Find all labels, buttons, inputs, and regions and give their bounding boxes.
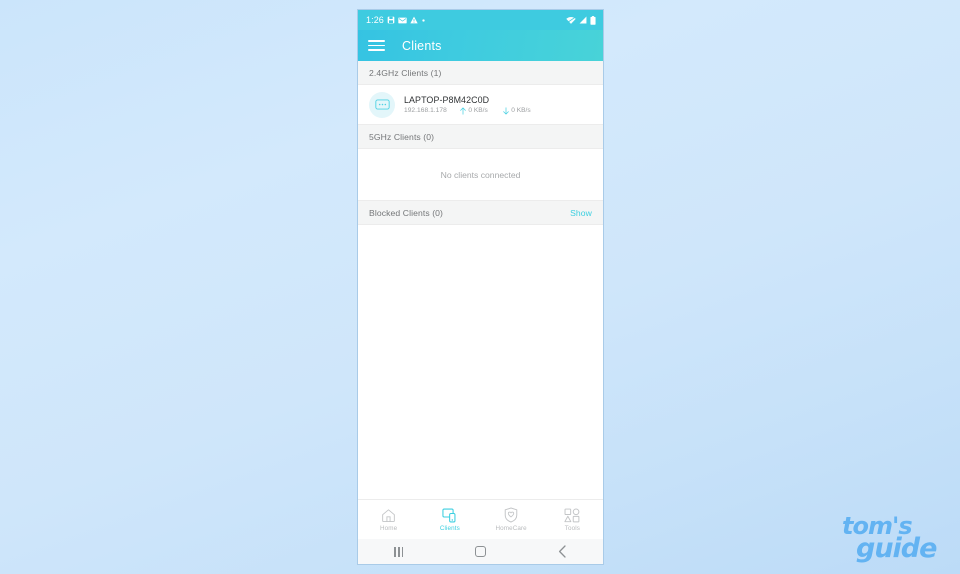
client-text-block: LAPTOP-P8M42C0D 192.168.1.178 0 KB/s 0 K… — [404, 95, 531, 115]
tab-label: Clients — [439, 524, 460, 532]
section-header-blocked: Blocked Clients (0) Show — [358, 201, 603, 225]
bottom-tab-bar: Home Clients HomeCare Tools — [358, 499, 603, 539]
tab-home[interactable]: Home — [358, 500, 419, 539]
status-bar-right-group — [566, 15, 596, 25]
tab-label: Tools — [564, 524, 580, 532]
tools-grid-icon — [564, 507, 580, 522]
android-home-icon — [475, 546, 486, 557]
toms-guide-watermark: tom's guide — [840, 514, 952, 565]
show-blocked-clients-link[interactable]: Show — [570, 208, 592, 218]
clients-list-container: 2.4GHz Clients (1) LAPTOP-P8M42C0D 192.1… — [358, 61, 603, 499]
devices-icon — [442, 508, 456, 522]
android-home-button[interactable] — [440, 546, 522, 557]
device-laptop-icon — [369, 91, 395, 118]
section-header-5ghz: 5GHz Clients (0) — [358, 125, 603, 149]
watermark-line-2: guide — [856, 533, 937, 565]
tab-clients[interactable]: Clients — [419, 500, 480, 539]
warning-icon — [410, 16, 418, 24]
download-speed: 0 KB/s — [502, 106, 531, 115]
empty-state-text: No clients connected — [440, 169, 521, 180]
hamburger-menu-icon[interactable] — [368, 39, 385, 52]
status-bar-clock: 1:26 — [366, 15, 384, 25]
save-icon — [387, 16, 395, 24]
android-status-bar: 1:26 — [358, 10, 603, 30]
table-row[interactable]: LAPTOP-P8M42C0D 192.168.1.178 0 KB/s 0 K… — [358, 85, 603, 125]
android-back-button[interactable] — [521, 545, 603, 558]
download-speed-value: 0 KB/s — [511, 107, 531, 114]
arrow-down-icon — [502, 106, 509, 115]
client-ip-address: 192.168.1.178 — [404, 107, 447, 114]
section-header-2-4ghz: 2.4GHz Clients (1) — [358, 61, 603, 85]
page-title: Clients — [402, 38, 442, 53]
empty-state-5ghz: No clients connected — [358, 149, 603, 201]
shield-heart-icon — [504, 507, 518, 523]
arrow-up-icon — [460, 106, 466, 115]
email-icon — [398, 17, 407, 23]
android-navigation-bar — [358, 539, 603, 564]
section-header-label: 2.4GHz Clients (1) — [369, 67, 442, 78]
client-name: LAPTOP-P8M42C0D — [404, 94, 490, 105]
section-header-label: 5GHz Clients (0) — [369, 131, 435, 142]
app-bar: Clients — [358, 30, 603, 61]
tab-label: HomeCare — [495, 525, 527, 532]
recent-apps-button[interactable] — [358, 546, 440, 557]
wifi-icon — [566, 16, 576, 24]
status-bar-left-group: 1:26 — [366, 15, 426, 25]
upload-speed: 0 KB/s — [460, 106, 488, 115]
home-icon — [382, 508, 395, 522]
back-chevron-icon — [558, 545, 566, 558]
phone-device-frame: 1:26 Clients 2.4GHz Clients (1) LAPTOP-P… — [357, 9, 604, 565]
recent-apps-icon — [394, 546, 404, 557]
dot-icon — [422, 18, 425, 22]
section-header-label: Blocked Clients (0) — [369, 207, 444, 218]
battery-icon — [590, 15, 596, 25]
cellular-signal-icon — [579, 16, 587, 24]
tab-homecare[interactable]: HomeCare — [481, 500, 542, 539]
tab-tools[interactable]: Tools — [542, 500, 603, 539]
tab-label: Home — [380, 524, 398, 532]
client-meta-row: 192.168.1.178 0 KB/s 0 KB/s — [404, 106, 531, 115]
upload-speed-value: 0 KB/s — [468, 107, 488, 114]
